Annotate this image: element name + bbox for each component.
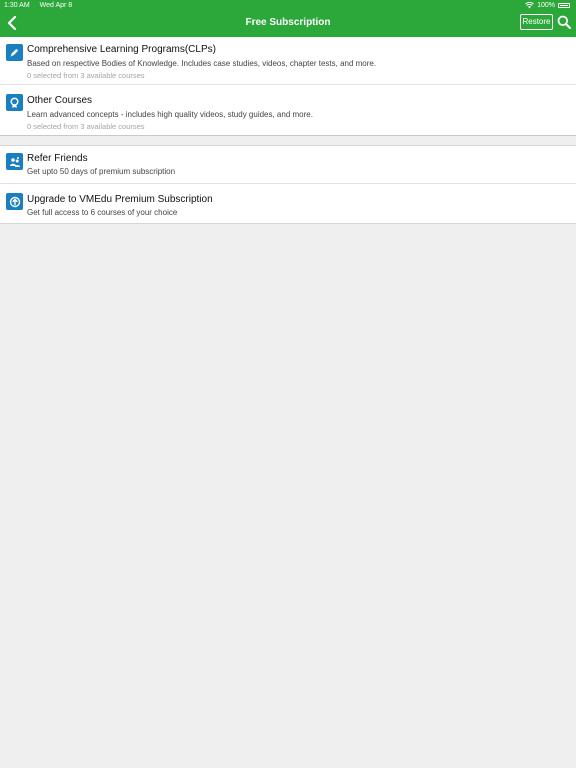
refer-friends-icon <box>6 153 23 170</box>
list-item-clp[interactable]: Comprehensive Learning Programs(CLPs) Ba… <box>0 37 576 85</box>
list-item-description: Learn advanced concepts - includes high … <box>27 110 313 119</box>
list-item-upgrade-premium[interactable]: Upgrade to VMEdu Premium Subscription Ge… <box>0 184 576 224</box>
app-header: 1:30 AM Wed Apr 8 100% Free Subscription… <box>0 0 576 37</box>
offers-section: Refer Friends Get upto 50 days of premiu… <box>0 145 576 224</box>
list-item-description: Get full access to 6 courses of your cho… <box>27 208 178 217</box>
list-item-title: Upgrade to VMEdu Premium Subscription <box>27 194 213 205</box>
search-button[interactable] <box>556 14 572 30</box>
list-item-meta: 0 selected from 3 available courses <box>27 122 145 131</box>
search-icon <box>557 15 571 29</box>
list-item-description: Get upto 50 days of premium subscription <box>27 167 176 176</box>
restore-button[interactable]: Restore <box>520 14 553 30</box>
list-item-other-courses[interactable]: Other Courses Learn advanced concepts - … <box>0 85 576 135</box>
list-item-description: Based on respective Bodies of Knowledge.… <box>27 59 377 68</box>
battery-percent: 100% <box>537 2 555 9</box>
navbar: Free Subscription Restore <box>0 11 576 37</box>
pencil-icon <box>6 44 23 61</box>
status-time: 1:30 AM <box>4 2 30 9</box>
section-gap <box>0 135 576 145</box>
status-bar: 1:30 AM Wed Apr 8 100% <box>0 0 576 11</box>
battery-icon <box>558 3 570 8</box>
list-item-title: Comprehensive Learning Programs(CLPs) <box>27 44 216 55</box>
award-icon <box>6 94 23 111</box>
list-item-title: Refer Friends <box>27 153 88 164</box>
upgrade-icon <box>6 193 23 210</box>
list-item-refer-friends[interactable]: Refer Friends Get upto 50 days of premiu… <box>0 146 576 184</box>
list-item-meta: 0 selected from 3 available courses <box>27 71 145 80</box>
status-date: Wed Apr 8 <box>39 2 73 9</box>
wifi-icon <box>525 2 534 9</box>
list-item-title: Other Courses <box>27 95 93 106</box>
courses-section: Comprehensive Learning Programs(CLPs) Ba… <box>0 37 576 135</box>
page-title: Free Subscription <box>245 17 331 28</box>
